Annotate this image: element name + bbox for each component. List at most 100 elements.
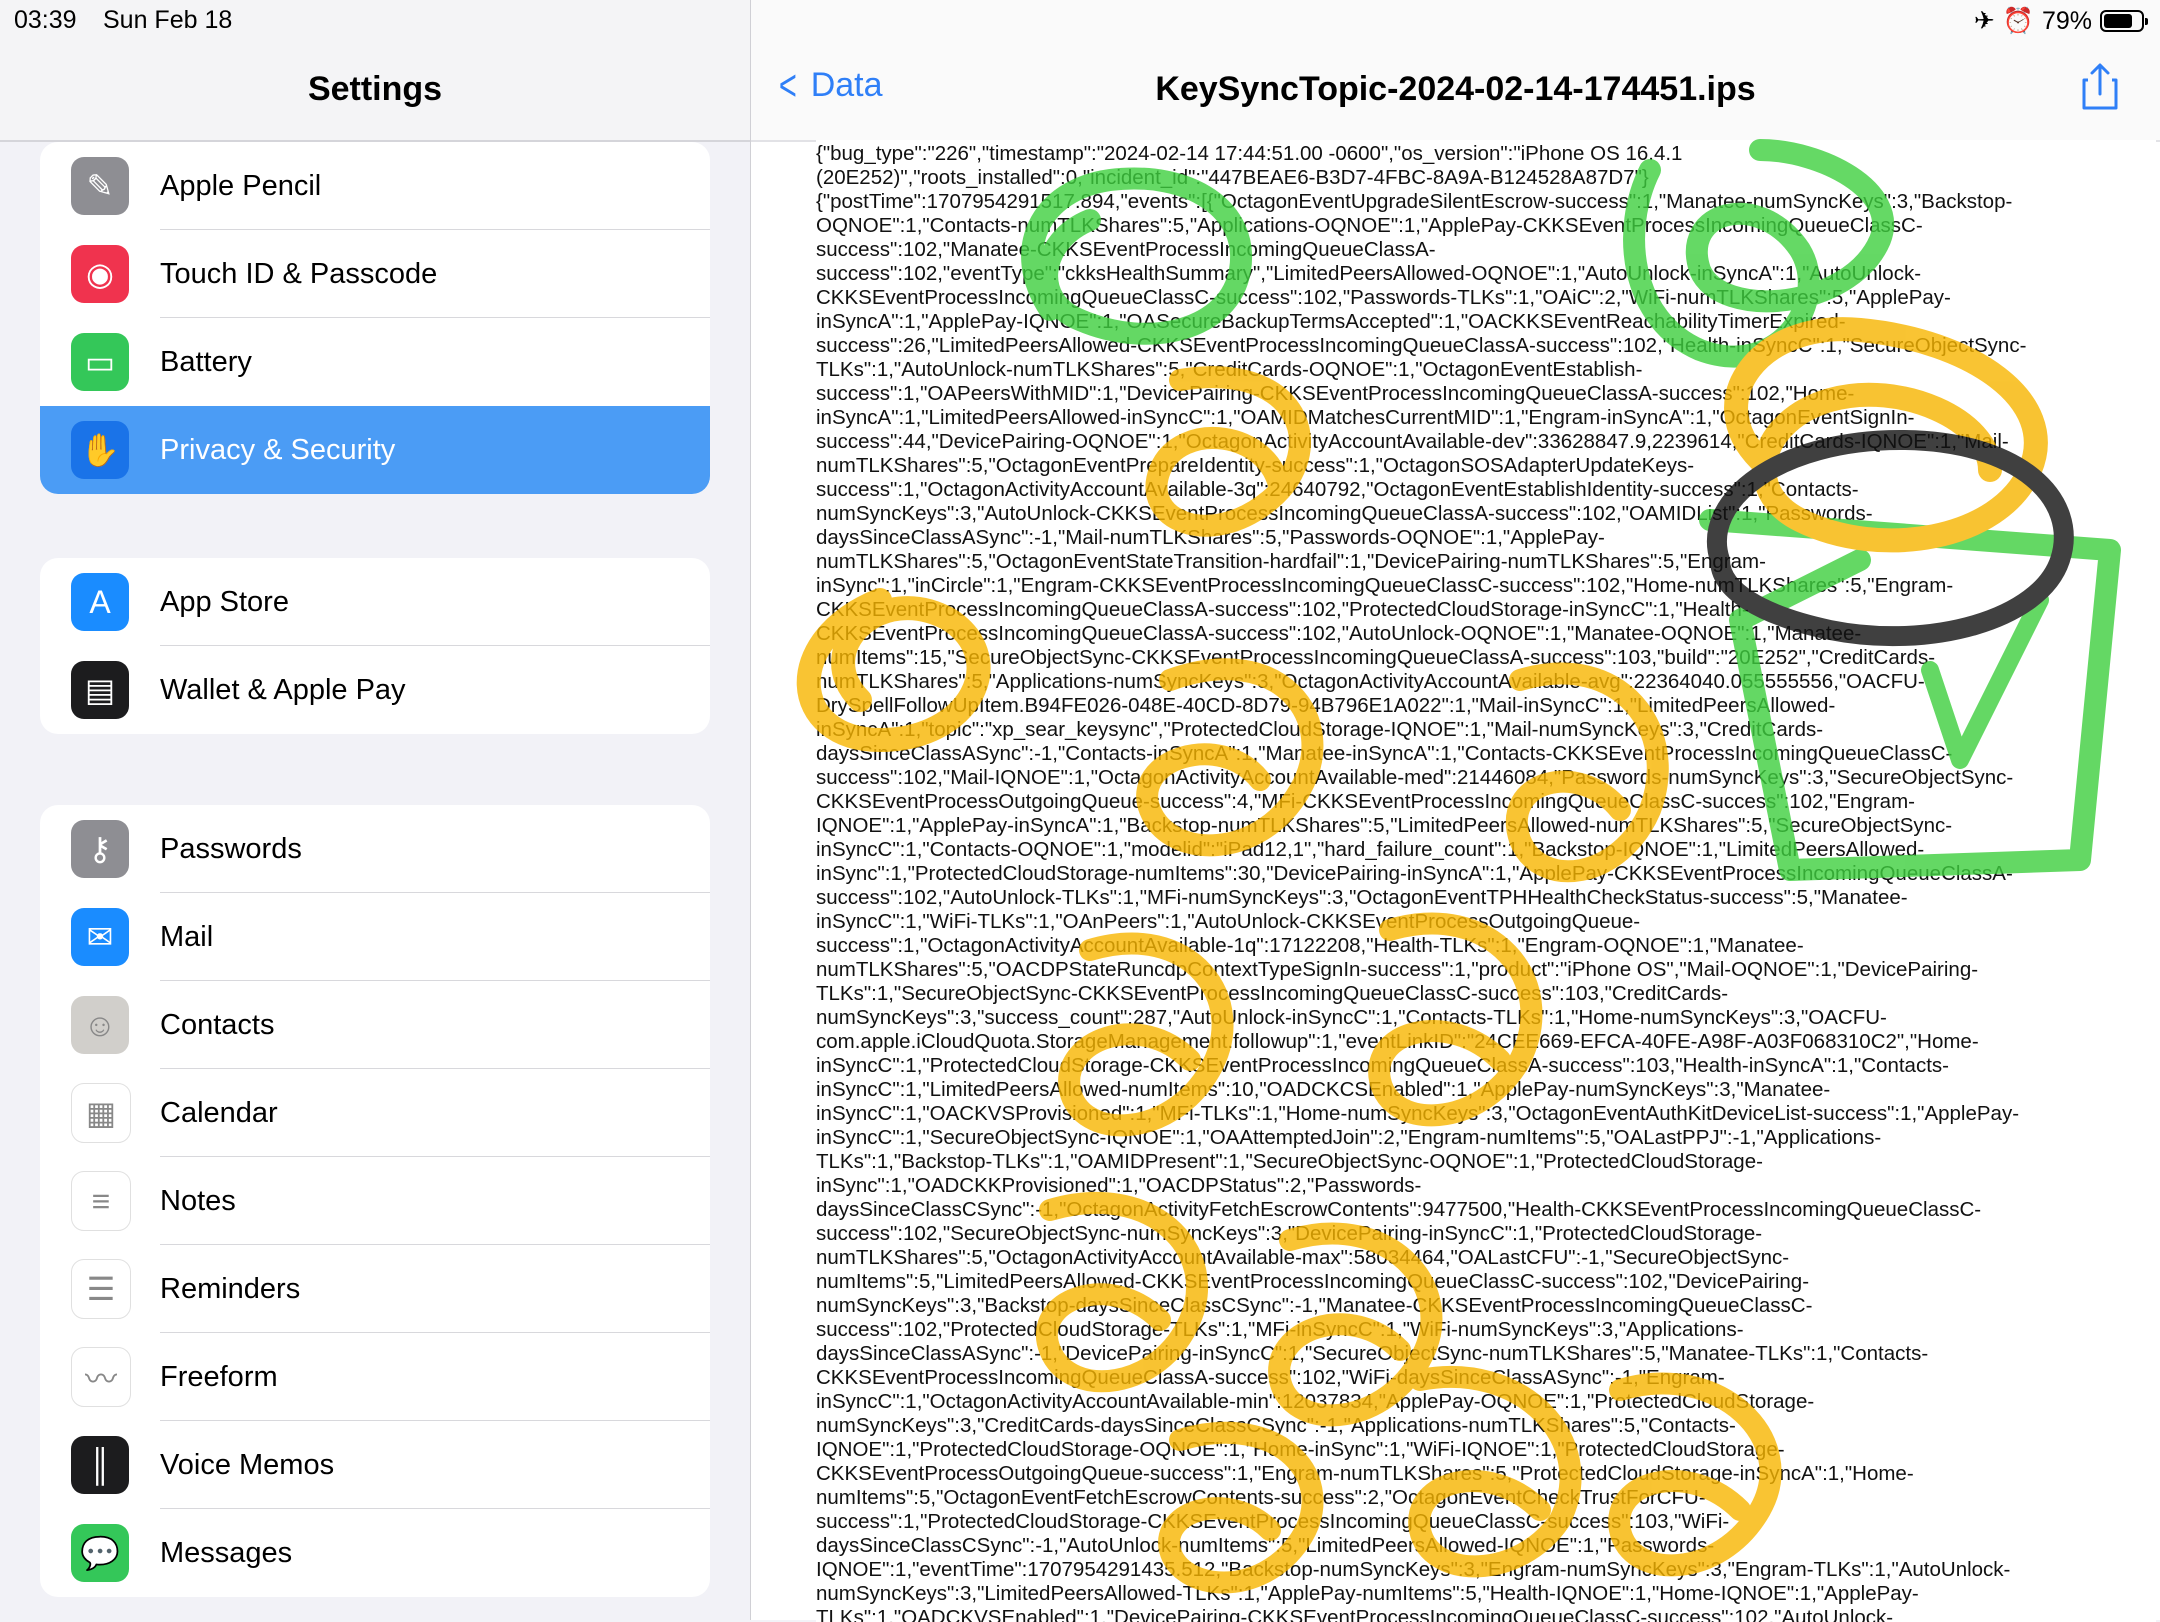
sidebar-item-contacts[interactable]: ☺ Contacts bbox=[40, 981, 710, 1069]
sidebar-item-reminders[interactable]: ☰ Reminders bbox=[40, 1245, 710, 1333]
log-line: daysSinceClassASync":-1,"Contacts-inSync… bbox=[816, 742, 1953, 765]
status-time: 03:39 bbox=[14, 6, 77, 34]
share-icon[interactable] bbox=[2080, 62, 2120, 112]
log-line: IQNOE":1,"ProtectedCloudStorage-OQNOE":1… bbox=[816, 1438, 1785, 1461]
log-line: inSync":1,"ProtectedCloudStorage-numItem… bbox=[816, 862, 2013, 885]
log-line: success":102,"Mail-IQNOE":1,"OctagonActi… bbox=[816, 766, 2014, 789]
sidebar-item-label: Freeform bbox=[160, 1360, 278, 1393]
status-right: ✈ ⏰ 79% bbox=[1973, 6, 2148, 36]
battery-percent: 79% bbox=[2041, 6, 2092, 35]
sidebar-item-privacy-and-security[interactable]: ✋ Privacy & Security bbox=[40, 406, 710, 494]
sidebar-item-passwords[interactable]: ⚷ Passwords bbox=[40, 805, 710, 893]
sidebar-item-mail[interactable]: ✉ Mail bbox=[40, 893, 710, 981]
log-line: IQNOE":1,"eventTime":1707954291435.512,"… bbox=[816, 1558, 2011, 1581]
reminders-icon: ☰ bbox=[71, 1259, 131, 1319]
battery-fill bbox=[2104, 14, 2132, 28]
alarm-icon: ⏰ bbox=[2002, 6, 2034, 35]
log-line: daysSinceClassASync":-1,"DevicePairing-i… bbox=[816, 1342, 1929, 1365]
log-line: success":1,"OctagonActivityAccountAvaila… bbox=[816, 478, 1859, 501]
log-line: success":1,"OctagonActivityAccountAvaila… bbox=[816, 934, 1804, 957]
log-line: numSyncKeys":3,"CreditCards-daysSinceCla… bbox=[816, 1414, 1736, 1437]
log-line: CKKSEventProcessIncomingQueueClassA-succ… bbox=[816, 598, 1749, 621]
log-line: (20E252)","roots_installed":0,"incident_… bbox=[816, 166, 1649, 189]
sidebar-item-label: Wallet & Apple Pay bbox=[160, 673, 406, 706]
log-line: success":1,"ProtectedCloudStorage-CKKSEv… bbox=[816, 1510, 1730, 1533]
sidebar-item-label: Touch ID & Passcode bbox=[160, 257, 438, 290]
sidebar-item-label: Passwords bbox=[160, 832, 302, 865]
sidebar-item-calendar[interactable]: ▦ Calendar bbox=[40, 1069, 710, 1157]
log-line: CKKSEventProcessOutgoingQueue-success":1… bbox=[816, 1462, 1914, 1485]
sidebar-item-battery[interactable]: ▭ Battery bbox=[40, 318, 710, 406]
log-line: inSyncA":1,"topic":"xp_sear_keysync","Pr… bbox=[816, 718, 1824, 741]
log-line: {"postTime":1707954291517.894,"events":[… bbox=[816, 190, 2013, 213]
log-line: numItems":5,"OctagonEventFetchEscrowCont… bbox=[816, 1486, 1706, 1509]
log-line: numItems":15,"SecureObjectSync-CKKSEvent… bbox=[816, 646, 1936, 669]
detail-title: KeySyncTopic-2024-02-14-174451.ips bbox=[1155, 70, 1756, 108]
log-line: inSyncC":1,"ProtectedCloudStorage-CKKSEv… bbox=[816, 1054, 1949, 1077]
sidebar-item-label: Contacts bbox=[160, 1008, 275, 1041]
log-line: numSyncKeys":3,"AutoUnlock-CKKSEventProc… bbox=[816, 502, 1873, 525]
log-line: numSyncKeys":3,"Backstop-daysSinceClassC… bbox=[816, 1294, 1813, 1317]
sidebar-item-app-store[interactable]: A App Store bbox=[40, 558, 710, 646]
log-line: TLKs":1,"AutoUnlock-numTLKShares":5,"Cre… bbox=[816, 358, 1643, 381]
sidebar-item-voice-memos[interactable]: ║ Voice Memos bbox=[40, 1421, 710, 1509]
sidebar-item-label: Reminders bbox=[160, 1272, 301, 1305]
sidebar-title: Settings bbox=[307, 70, 443, 108]
sidebar-item-label: Voice Memos bbox=[160, 1448, 335, 1481]
sidebar-item-touch-id-and-passcode[interactable]: ◉ Touch ID & Passcode bbox=[40, 230, 710, 318]
log-line: success":102,"eventType":"ckksHealthSumm… bbox=[816, 262, 1922, 285]
battery-status-icon bbox=[2100, 10, 2148, 32]
log-line: DrySpellFollowUpItem.B94FE026-048E-40CD-… bbox=[816, 694, 1836, 717]
log-line: numTLKShares":5,"OctagonEventPrepareIden… bbox=[816, 454, 1695, 477]
key-icon: ⚷ bbox=[71, 820, 129, 878]
log-line: inSyncC":1,"LimitedPeersAllowed-numItems… bbox=[816, 1078, 1831, 1101]
log-line: TLKs":1,"SecureObjectSync-CKKSEventProce… bbox=[816, 982, 1729, 1005]
log-line: numTLKShares":5,"Applications-numSyncKey… bbox=[816, 670, 1925, 693]
log-line: success":1,"OAPeersWithMID":1,"DevicePai… bbox=[816, 382, 1855, 405]
log-line: inSync":1,"inCircle":1,"Engram-CKKSEvent… bbox=[816, 574, 1954, 597]
log-line: success":102,"AutoUnlock-TLKs":1,"MFi-nu… bbox=[816, 886, 1908, 909]
airplane-icon: ✈ bbox=[1973, 7, 1995, 35]
log-line: numTLKShares":5,"OctagonActivityAccountA… bbox=[816, 1246, 1790, 1269]
settings-group-1: ✎ Apple Pencil ◉ Touch ID & Passcode ▭ Batter… bbox=[40, 142, 710, 494]
hand-icon: ✋ bbox=[71, 421, 129, 479]
log-line: com.apple.iCloudQuota.StorageManagement.… bbox=[816, 1030, 1979, 1053]
log-text: {"bug_type":"226","timestamp":"2024-02-1… bbox=[816, 140, 2156, 1622]
contacts-icon: ☺ bbox=[71, 996, 129, 1054]
log-line: success":102,"SecureObjectSync-numSyncKe… bbox=[816, 1222, 1763, 1245]
log-line: success":102,"ProtectedCloudStorage-TLKs… bbox=[816, 1318, 1744, 1341]
appstore-icon: A bbox=[71, 573, 129, 631]
sidebar-item-wallet-and-apple-pay[interactable]: ▤ Wallet & Apple Pay bbox=[40, 646, 710, 734]
status-date: Sun Feb 18 bbox=[103, 6, 233, 34]
settings-group-3: ⚷ Passwords ✉ Mail ☺ Contacts ▦ Calendar ≡ Notes ☰… bbox=[40, 805, 710, 1597]
battery-icon: ▭ bbox=[71, 333, 129, 391]
fingerprint-icon: ◉ bbox=[71, 245, 129, 303]
sidebar-item-freeform[interactable]: 〰 Freeform bbox=[40, 1333, 710, 1421]
log-line: success":44,"DevicePairing-OQNOE":1,"Oct… bbox=[816, 430, 2009, 453]
log-line: inSync":1,"OADCKKProvisioned":1,"OACDPSt… bbox=[816, 1174, 1422, 1197]
sidebar-item-label: Messages bbox=[160, 1536, 293, 1569]
log-line: {"bug_type":"226","timestamp":"2024-02-1… bbox=[816, 142, 1683, 165]
log-line: CKKSEventProcessIncomingQueueClassA-succ… bbox=[816, 622, 1862, 645]
sidebar-item-label: App Store bbox=[160, 585, 289, 618]
sidebar-item-apple-pencil[interactable]: ✎ Apple Pencil bbox=[40, 142, 710, 230]
log-line: numTLKShares":5,"OctagonEventStateTransi… bbox=[816, 550, 1766, 573]
wallet-icon: ▤ bbox=[71, 661, 129, 719]
pencil-icon: ✎ bbox=[71, 157, 129, 215]
log-line: numTLKShares":5,"OACDPStateRuncdpContext… bbox=[816, 958, 1979, 981]
sidebar-item-label: Privacy & Security bbox=[160, 433, 396, 466]
log-line: inSyncC":1,"Contacts-OQNOE":1,"modelid":… bbox=[816, 838, 1925, 861]
sidebar-item-label: Mail bbox=[160, 920, 214, 953]
log-line: CKKSEventProcessOutgoingQueue-success":4… bbox=[816, 790, 1915, 813]
sidebar-item-messages[interactable]: 💬 Messages bbox=[40, 1509, 710, 1597]
settings-sidebar: Settings ✎ Apple Pencil ◉ Touch ID & Passco… bbox=[0, 0, 751, 1620]
voicememo-icon: ║ bbox=[71, 1436, 129, 1494]
detail-pane: < Data KeySyncTopic-2024-02-14-174451.ip… bbox=[751, 0, 2160, 1622]
sidebar-item-label: Apple Pencil bbox=[160, 169, 322, 202]
log-line: OQNOE":1,"Contacts-numTLKShares":5,"Appl… bbox=[816, 214, 1923, 237]
sidebar-item-notes[interactable]: ≡ Notes bbox=[40, 1157, 710, 1245]
messages-icon: 💬 bbox=[71, 1524, 129, 1582]
log-line: daysSinceClassASync":-1,"Mail-numTLKShar… bbox=[816, 526, 1605, 549]
log-line: TLKs":1,"Backstop-TLKs":1,"OAMIDPresent"… bbox=[816, 1150, 1763, 1173]
log-line: inSyncA":1,"ApplePay-IQNOE":1,"OASecureB… bbox=[816, 310, 1846, 333]
